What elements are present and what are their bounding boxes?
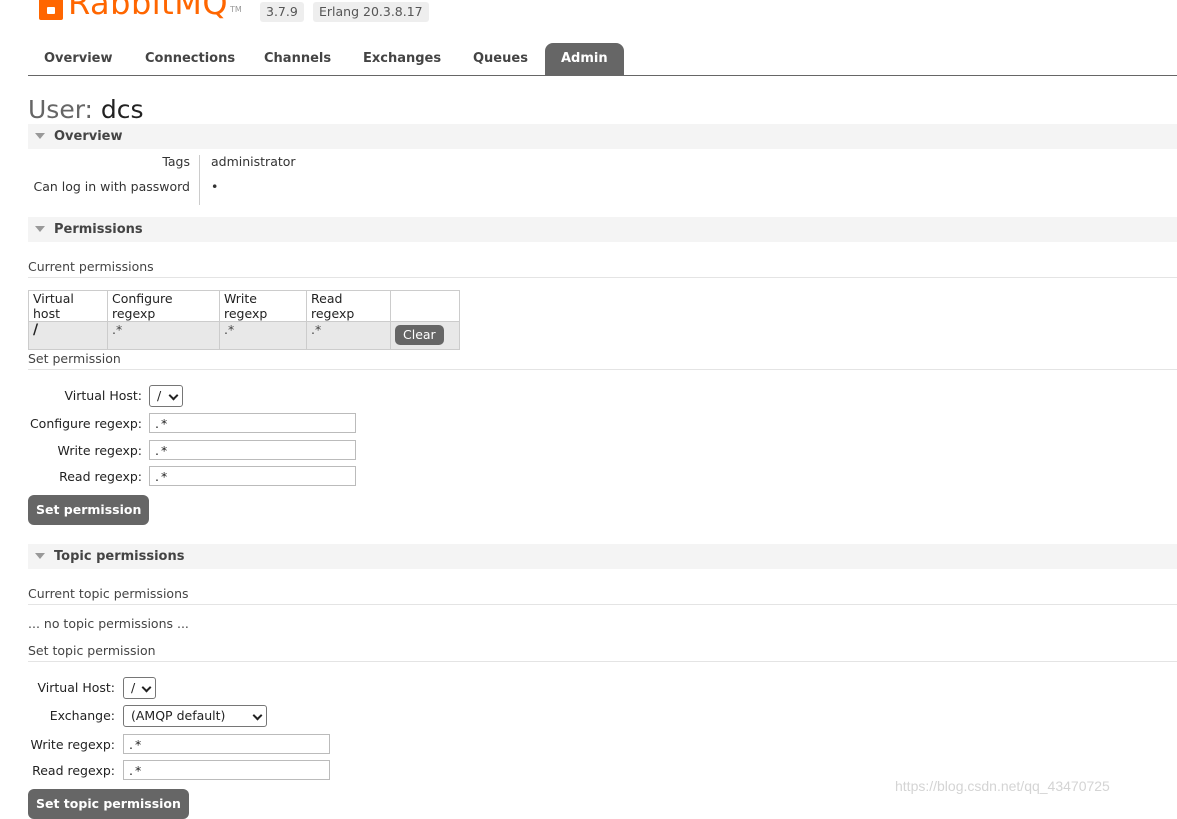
set-topic-permission-button[interactable]: Set topic permission: [28, 789, 189, 819]
read-regexp-label: Read regexp:: [59, 469, 142, 484]
tags-label: Tags: [162, 154, 190, 169]
permissions-section-header[interactable]: Permissions: [28, 217, 1177, 242]
table-row: / .* .* .* Clear: [28, 321, 460, 350]
cell-configure-regexp: .*: [107, 321, 220, 350]
current-permissions-heading: Current permissions: [28, 259, 1177, 278]
login-with-password-label: Can log in with password: [33, 179, 190, 194]
collapse-triangle-icon: [35, 225, 45, 232]
exchange-select-value: (AMQP default): [131, 708, 226, 723]
topic-vhost-select-value: /: [131, 680, 136, 695]
topic-read-regexp-label: Read regexp:: [32, 763, 115, 778]
logo-brand-text: RabbitMQ: [68, 0, 228, 22]
topic-permissions-section-header[interactable]: Topic permissions: [28, 544, 1177, 569]
permissions-table: Virtual host Configure regexp Write rege…: [28, 290, 460, 350]
topic-write-regexp-input[interactable]: .*: [123, 734, 330, 754]
chevron-down-icon: [168, 390, 179, 401]
logo-tm: TM: [230, 5, 242, 14]
read-regexp-input[interactable]: .*: [149, 466, 356, 486]
overview-section-header[interactable]: Overview: [28, 124, 1177, 149]
permissions-section-title: Permissions: [54, 222, 143, 237]
topic-write-regexp-label: Write regexp:: [30, 737, 115, 752]
exchange-select[interactable]: (AMQP default): [123, 705, 267, 727]
page: RabbitMQ TM 3.7.9 Erlang 20.3.8.17 Overv…: [28, 0, 1177, 819]
page-title: User: dcs: [28, 94, 144, 126]
vhost-select[interactable]: /: [149, 385, 183, 407]
cell-virtual-host: /: [28, 321, 108, 350]
page-title-prefix: User:: [28, 95, 93, 124]
set-topic-permission-heading: Set topic permission: [28, 643, 1177, 662]
chevron-down-icon: [252, 710, 263, 721]
tab-channels[interactable]: Channels: [248, 43, 347, 75]
write-regexp-label: Write regexp:: [57, 443, 142, 458]
write-regexp-input[interactable]: .*: [149, 440, 356, 460]
no-topic-permissions-text: ... no topic permissions ...: [28, 616, 189, 631]
cell-read-regexp: .*: [306, 321, 391, 350]
tags-value: administrator: [211, 154, 296, 169]
column-header-write-regexp: Write regexp: [219, 290, 307, 322]
table-header-row: Virtual host Configure regexp Write rege…: [28, 290, 460, 322]
page-title-user: dcs: [100, 95, 144, 124]
tab-exchanges[interactable]: Exchanges: [347, 43, 457, 75]
topic-read-regexp-input[interactable]: .*: [123, 760, 330, 780]
chevron-down-icon: [141, 682, 152, 693]
rabbitmq-logo-mark: [39, 0, 63, 20]
cell-action: Clear: [390, 321, 460, 350]
overview-section-title: Overview: [54, 129, 123, 144]
column-header-configure-regexp: Configure regexp: [107, 290, 220, 322]
login-with-password-value: •: [211, 179, 219, 194]
tab-admin[interactable]: Admin: [545, 43, 624, 75]
topic-vhost-label: Virtual Host:: [37, 680, 116, 695]
column-header-action: [390, 290, 460, 322]
tab-overview[interactable]: Overview: [28, 43, 129, 75]
column-header-virtual-host: Virtual host: [28, 290, 108, 322]
cell-write-regexp: .*: [219, 321, 307, 350]
configure-regexp-input[interactable]: .*: [149, 413, 356, 433]
tab-queues[interactable]: Queues: [457, 43, 544, 75]
topic-permissions-section-title: Topic permissions: [54, 549, 185, 564]
tab-connections[interactable]: Connections: [129, 43, 251, 75]
set-permission-heading: Set permission: [28, 351, 1177, 370]
topic-vhost-select[interactable]: /: [123, 677, 156, 699]
vhost-label: Virtual Host:: [64, 388, 143, 403]
collapse-triangle-icon: [35, 552, 45, 559]
rabbitmq-logo[interactable]: RabbitMQ TM: [39, 0, 242, 20]
collapse-triangle-icon: [35, 132, 45, 139]
clear-permission-button[interactable]: Clear: [395, 325, 444, 345]
set-permission-button[interactable]: Set permission: [28, 495, 150, 525]
configure-regexp-label: Configure regexp:: [29, 416, 142, 431]
column-header-read-regexp: Read regexp: [306, 290, 391, 322]
exchange-label: Exchange:: [49, 708, 115, 723]
current-topic-permissions-heading: Current topic permissions: [28, 586, 1177, 605]
version-badge: 3.7.9: [260, 2, 304, 22]
watermark: https://blog.csdn.net/qq_43470725: [895, 778, 1110, 794]
vhost-select-value: /: [157, 388, 162, 403]
main-nav-tabs: Overview Connections Channels Exchanges …: [28, 43, 1177, 76]
overview-divider: [199, 155, 200, 205]
erlang-version-badge: Erlang 20.3.8.17: [313, 2, 429, 22]
